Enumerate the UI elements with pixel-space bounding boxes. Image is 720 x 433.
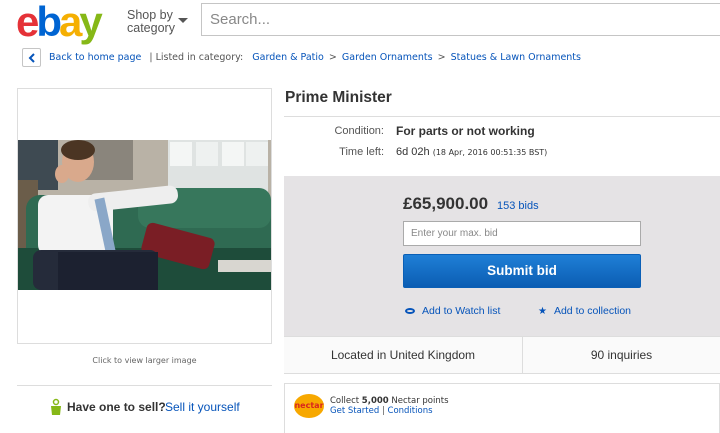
nectar-collect-text: Collect 5,000 Nectar points	[330, 396, 449, 406]
logo-letter-e: e	[16, 0, 39, 45]
submit-bid-button[interactable]: Submit bid	[403, 254, 641, 288]
item-location: Located in United Kingdom	[284, 336, 523, 374]
collect-prefix: Collect	[330, 396, 362, 406]
sell-it-yourself-link[interactable]: Sell it yourself	[165, 400, 240, 414]
chevron-left-icon	[28, 53, 35, 63]
divider	[17, 385, 272, 386]
bid-count-link[interactable]: 153 bids	[497, 200, 539, 212]
time-left-date: (18 Apr, 2016 00:51:35 BST)	[432, 148, 548, 157]
time-left-value: 6d 02h (18 Apr, 2016 00:51:35 BST)	[396, 146, 547, 158]
nectar-links: Get Started | Conditions	[330, 406, 433, 416]
view-larger-caption[interactable]: Click to view larger image	[17, 356, 272, 365]
get-started-link[interactable]: Get Started	[330, 406, 379, 416]
breadcrumb-link-statues[interactable]: Statues & Lawn Ornaments	[451, 52, 581, 63]
conditions-link[interactable]: Conditions	[388, 406, 433, 416]
item-photo[interactable]	[18, 140, 271, 290]
inquiries-count: 90 inquiries	[590, 348, 653, 362]
divider	[284, 116, 720, 117]
nectar-logo: nectar	[294, 394, 324, 418]
watch-list-label: Add to Watch list	[422, 305, 501, 317]
tag-icon	[51, 398, 61, 415]
breadcrumb-separator: >	[437, 52, 446, 63]
nectar-separator: |	[381, 406, 385, 416]
have-one-to-sell-label: Have one to sell?	[67, 400, 166, 414]
time-left-label: Time left:	[339, 146, 384, 158]
breadcrumb-link-garden-ornaments[interactable]: Garden Ornaments	[342, 52, 433, 63]
current-price: £65,900.00	[403, 194, 489, 213]
add-to-collection-link[interactable]: ★ Add to collection	[538, 305, 631, 317]
add-to-watch-list-link[interactable]: Add to Watch list	[405, 305, 500, 317]
collection-label: Add to collection	[553, 305, 632, 317]
chevron-down-icon[interactable]	[178, 18, 188, 23]
logo-letter-a: a	[59, 0, 82, 45]
logo-letter-b: b	[36, 0, 62, 45]
shop-by-category-button[interactable]: Shop by category	[127, 9, 175, 35]
condition-value: For parts or not working	[396, 124, 535, 138]
breadcrumb-link-garden-patio[interactable]: Garden & Patio	[252, 52, 324, 63]
ebay-logo[interactable]: ebay	[16, 0, 103, 45]
item-photo-image	[18, 140, 271, 290]
collect-points: 5,000	[361, 396, 389, 406]
max-bid-input[interactable]: Enter your max. bid	[403, 221, 641, 246]
search-input[interactable]: Search...	[201, 3, 720, 36]
logo-letter-y: y	[79, 0, 102, 45]
collect-suffix: Nectar points	[388, 396, 449, 406]
breadcrumb-separator: >	[328, 52, 337, 63]
condition-label: Condition:	[334, 125, 384, 137]
breadcrumb: Back to home page | Listed in category: …	[49, 52, 581, 63]
back-button[interactable]	[22, 48, 41, 67]
star-icon: ★	[538, 306, 547, 317]
image-gallery[interactable]	[17, 88, 272, 344]
back-to-home-link[interactable]: Back to home page	[49, 52, 141, 63]
category-label: category	[127, 21, 175, 35]
time-left-duration: 6d 02h	[396, 146, 430, 158]
item-title: Prime Minister	[285, 89, 392, 106]
eye-icon	[405, 308, 415, 314]
listed-in-label: | Listed in category:	[149, 52, 244, 63]
